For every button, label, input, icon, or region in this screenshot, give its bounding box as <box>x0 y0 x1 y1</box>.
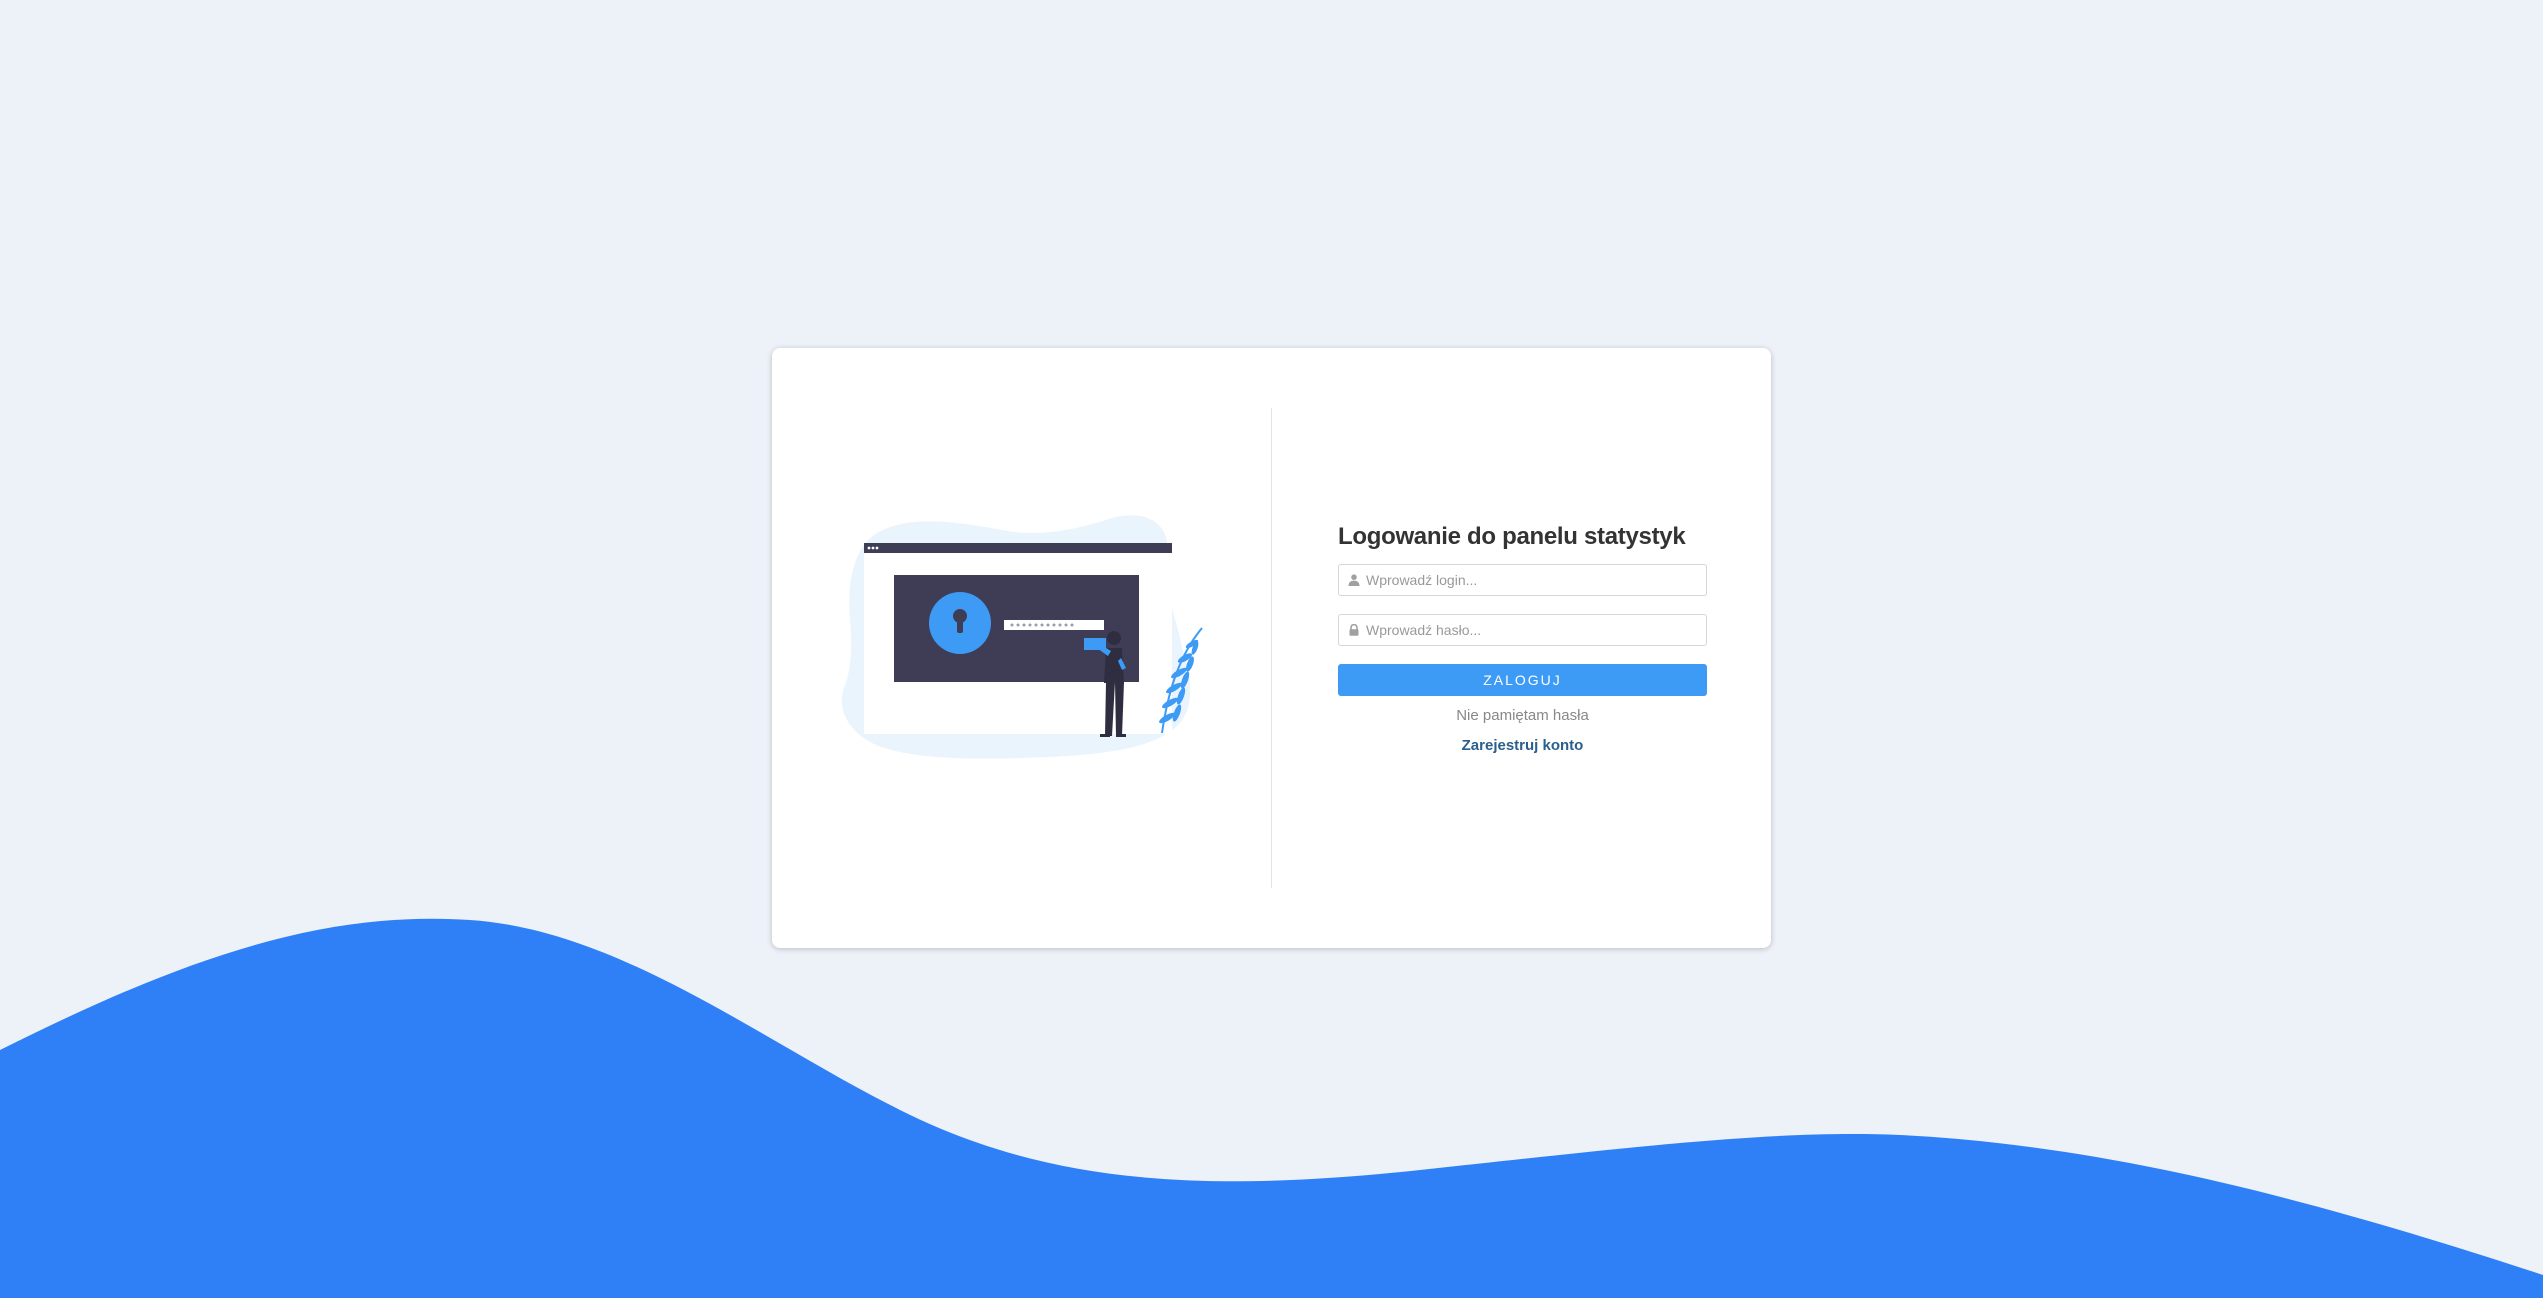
lock-icon <box>1349 624 1359 636</box>
login-illustration <box>841 515 1203 759</box>
login-card: Logowanie do panelu statystyk ZALOGUJ Ni… <box>772 348 1771 948</box>
login-field[interactable] <box>1338 564 1707 596</box>
password-input[interactable] <box>1366 615 1696 645</box>
forgot-password-link[interactable]: Nie pamiętam hasła <box>1338 707 1707 724</box>
card-divider <box>1271 408 1272 888</box>
page-title: Logowanie do panelu statystyk <box>1338 523 1686 550</box>
password-field[interactable] <box>1338 614 1707 646</box>
register-link[interactable]: Zarejestruj konto <box>1338 737 1707 754</box>
login-form: Logowanie do panelu statystyk ZALOGUJ Ni… <box>1338 522 1707 754</box>
login-input[interactable] <box>1366 565 1696 595</box>
user-icon <box>1348 574 1360 586</box>
login-button[interactable]: ZALOGUJ <box>1338 664 1707 696</box>
